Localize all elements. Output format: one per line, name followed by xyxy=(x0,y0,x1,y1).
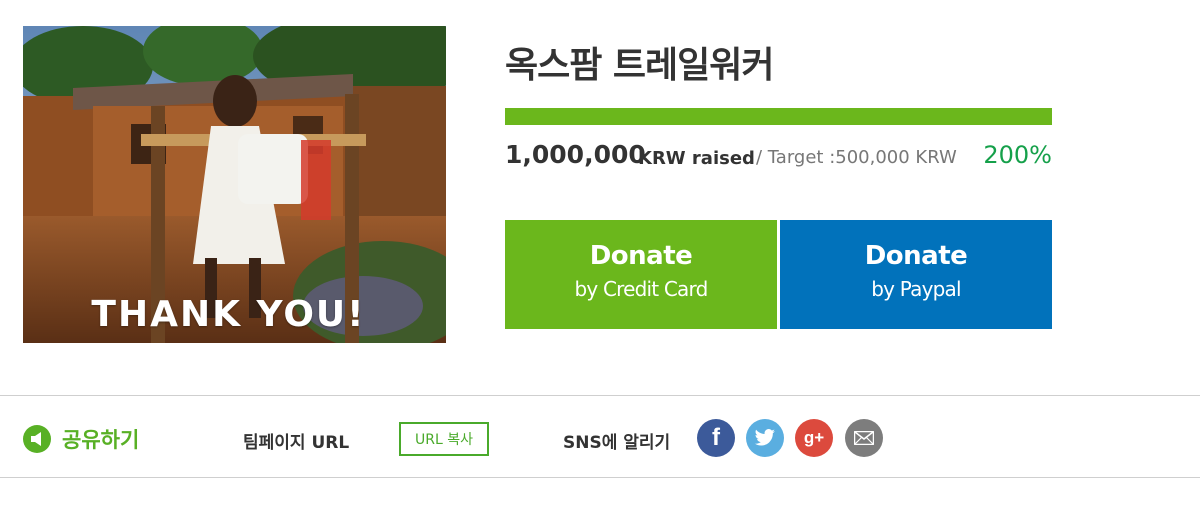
facebook-icon[interactable]: f xyxy=(697,419,735,457)
fundraising-summary: 1,000,000 KRW raised / Target :500,000 K… xyxy=(505,140,1052,172)
progress-fill xyxy=(505,108,1052,125)
progress-bar xyxy=(505,108,1052,125)
mail-icon[interactable] xyxy=(845,419,883,457)
donate-paypal-sub-label: by Paypal xyxy=(871,277,961,301)
percent-achieved: 200% xyxy=(983,141,1052,169)
target-text: / Target :500,000 KRW xyxy=(756,147,957,168)
url-copy-button[interactable]: URL 복사 xyxy=(399,422,489,456)
megaphone-icon xyxy=(23,425,51,453)
envelope-glyph xyxy=(854,431,874,445)
sns-share-label: SNS에 알리기 xyxy=(563,433,671,453)
campaign-photo: THANK YOU! xyxy=(23,26,446,343)
twitter-bird-glyph xyxy=(754,429,775,446)
raised-label: KRW raised xyxy=(638,148,755,169)
twitter-icon[interactable] xyxy=(746,419,784,457)
team-page-url-label: 팀페이지 URL xyxy=(243,433,350,453)
donate-paypal-main-label: Donate xyxy=(864,241,968,271)
share-bar: 공유하기 팀페이지 URL URL 복사 SNS에 알리기 f g+ xyxy=(0,395,1200,478)
raised-amount: 1,000,000 xyxy=(505,140,646,169)
donate-credit-card-main-label: Donate xyxy=(589,241,693,271)
donate-credit-card-button[interactable]: Donate by Credit Card xyxy=(505,220,777,329)
donate-paypal-button[interactable]: Donate by Paypal xyxy=(780,220,1052,329)
share-label: 공유하기 xyxy=(62,428,140,452)
google-plus-icon[interactable]: g+ xyxy=(795,419,833,457)
campaign-title: 옥스팜 트레일워커 xyxy=(505,45,774,86)
thank-you-caption: THANK YOU! xyxy=(91,294,366,335)
donate-credit-card-sub-label: by Credit Card xyxy=(574,277,709,301)
